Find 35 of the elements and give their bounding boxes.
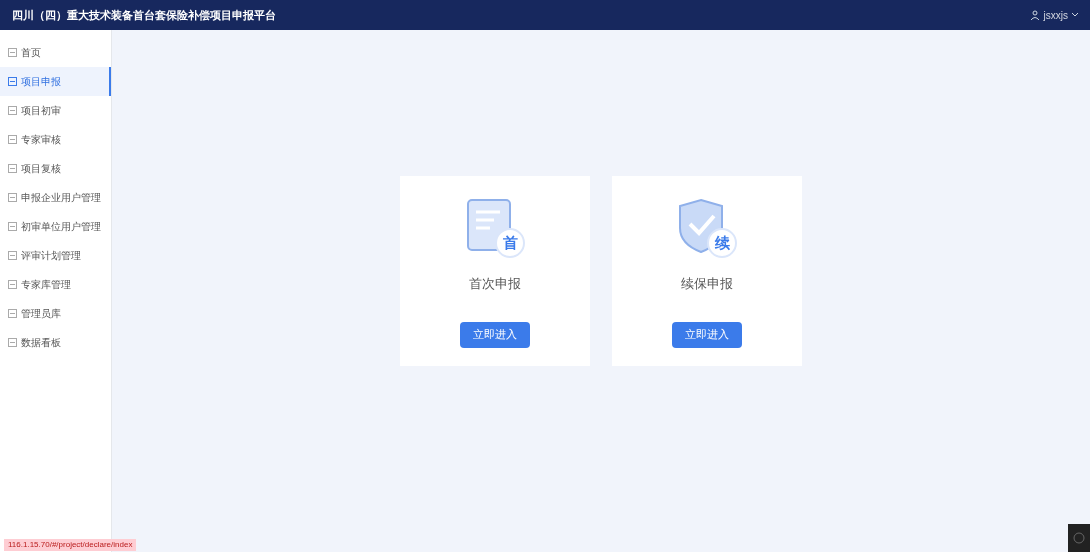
document-icon [464, 198, 526, 260]
badge-character: 首 [501, 233, 519, 253]
sidebar-item[interactable]: 数据看板 [0, 328, 111, 357]
menu-item-icon [8, 164, 17, 173]
menu-item-icon [8, 338, 17, 347]
menu-item-icon [8, 309, 17, 318]
enter-button[interactable]: 立即进入 [460, 321, 530, 348]
badge-character: 续 [713, 233, 731, 253]
sidebar-item[interactable]: 专家审核 [0, 125, 111, 154]
menu-item-icon [8, 280, 17, 289]
platform-title: 四川（四）重大技术装备首台套保险补偿项目申报平台 [12, 7, 276, 23]
sidebar-item[interactable]: 申报企业用户管理 [0, 183, 111, 212]
card-title: 续保申报 [681, 275, 733, 293]
sidebar-item[interactable]: 首页 [0, 38, 111, 67]
sidebar-item[interactable]: 项目初审 [0, 96, 111, 125]
user-menu[interactable]: jsxxjs [1029, 7, 1078, 23]
user-icon [1029, 10, 1040, 20]
sidebar-item[interactable]: 初审单位用户管理 [0, 212, 111, 241]
shield-check-icon [676, 198, 738, 260]
menu-item-icon [8, 48, 17, 57]
menu-item-icon [8, 193, 17, 202]
menu-item-icon [8, 251, 17, 260]
menu-item-icon [8, 106, 17, 115]
caret-icon [1072, 13, 1078, 17]
sidebar-item[interactable]: 项目复核 [0, 154, 111, 183]
menu-item-icon [8, 135, 17, 144]
sidebar-item[interactable]: 评审计划管理 [0, 241, 111, 270]
enter-button[interactable]: 立即进入 [672, 321, 742, 348]
sidebar-item[interactable]: 管理员库 [0, 299, 111, 328]
status-url: 116.1.15.70/#/project/declare/index [4, 539, 137, 551]
card-title: 首次申报 [469, 275, 521, 293]
menu-item-icon [8, 222, 17, 231]
sidebar-item[interactable]: 项目申报 [0, 67, 111, 96]
sidebar-item[interactable]: 专家库管理 [0, 270, 111, 299]
menu-item-icon [8, 77, 17, 86]
